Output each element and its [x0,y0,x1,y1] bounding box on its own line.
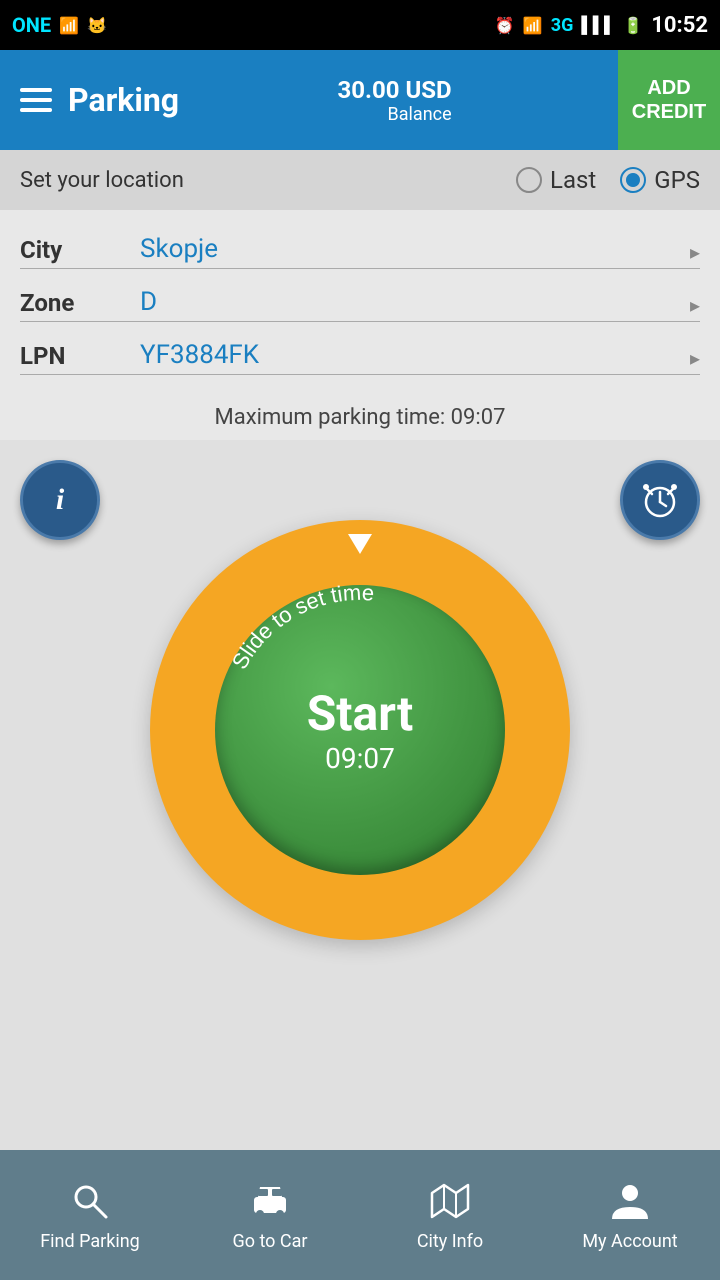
lpn-arrow-icon: ▸ [690,346,700,370]
balance-amount: 30.00 USD [337,76,451,104]
zone-field-row[interactable]: Zone D ▸ [20,273,700,322]
wifi-icon: 📶 [523,16,543,35]
city-arrow-icon: ▸ [690,240,700,264]
lpn-field-row[interactable]: LPN YF3884FK ▸ [20,326,700,375]
nav-my-account[interactable]: My Account [540,1179,720,1252]
lpn-value: YF3884FK [140,340,690,370]
info-button[interactable]: i [20,460,100,540]
app-header: Parking 30.00 USD Balance ADD CREDIT [0,50,720,150]
status-time: 10:52 [651,13,708,38]
alarm-clock-icon [638,478,682,522]
last-radio-button[interactable] [516,167,542,193]
car-icon [248,1179,292,1223]
map-icon [428,1179,472,1223]
gps-radio-label: GPS [654,166,700,194]
nav-city-info[interactable]: City Info [360,1179,540,1252]
location-label: Set your location [20,168,184,193]
balance-display: 30.00 USD Balance [337,76,459,125]
balance-label: Balance [337,104,451,125]
form-section: City Skopje ▸ Zone D ▸ LPN YF3884FK ▸ [0,210,720,389]
cat-icon: 🐱 [87,16,107,35]
location-bar: Set your location Last GPS [0,150,720,210]
timer-container: Slide to set time Start 09:07 [150,520,570,940]
search-icon [68,1179,112,1223]
gps-radio-button[interactable] [620,167,646,193]
go-to-car-label: Go to Car [232,1231,307,1252]
side-buttons: i [20,460,700,540]
zone-label: Zone [20,289,140,317]
start-time-value: 09:07 [325,742,395,775]
nav-find-parking[interactable]: Find Parking [0,1179,180,1252]
my-account-label: My Account [582,1231,677,1252]
last-radio-option[interactable]: Last [516,166,596,194]
zone-arrow-icon: ▸ [690,293,700,317]
gps-radio-option[interactable]: GPS [620,166,700,194]
status-bar: ONE 📶 🐱 ⏰ 📶 3G ▌▌▌ 🔋 10:52 [0,0,720,50]
last-radio-label: Last [550,166,596,194]
info-icon: i [56,483,64,517]
lpn-label: LPN [20,342,140,370]
city-value: Skopje [140,234,690,264]
city-label: City [20,236,140,264]
network-type: 3G [551,15,574,36]
bottom-nav: Find Parking Go to Car City Info My Acco… [0,1150,720,1280]
zone-value: D [140,287,690,317]
alarm-status-icon: ⏰ [495,16,515,35]
menu-button[interactable] [20,88,52,112]
alarm-button[interactable] [620,460,700,540]
add-credit-button[interactable]: ADD CREDIT [618,50,720,150]
signal-bars-icon: ▌▌▌ [581,15,615,35]
carrier-text: ONE [12,13,51,37]
city-info-label: City Info [417,1231,483,1252]
start-label: Start [307,685,413,742]
city-field-row[interactable]: City Skopje ▸ [20,220,700,269]
nav-go-to-car[interactable]: Go to Car [180,1179,360,1252]
app-title: Parking [68,81,179,119]
max-time-text: Maximum parking time: 09:07 [215,405,506,430]
signal-icon: 📶 [59,16,79,35]
account-icon [608,1179,652,1223]
find-parking-label: Find Parking [40,1231,140,1252]
battery-icon: 🔋 [623,16,643,35]
timer-area: i Slide to s [0,440,720,1220]
start-button[interactable]: Start 09:07 [215,585,505,875]
max-time-display: Maximum parking time: 09:07 [0,389,720,440]
timer-ring[interactable]: Slide to set time Start 09:07 [150,520,570,940]
